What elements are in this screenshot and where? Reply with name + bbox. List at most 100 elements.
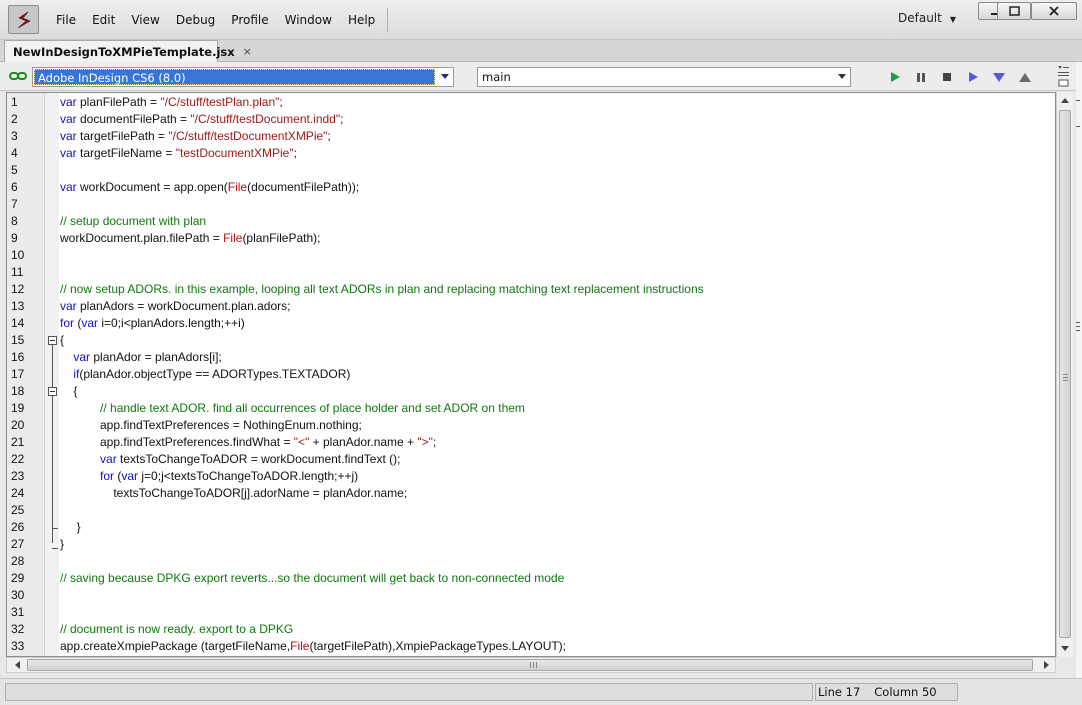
scroll-right-icon[interactable]	[1039, 658, 1055, 672]
code-line[interactable]: {	[60, 332, 64, 349]
maximize-button[interactable]	[997, 2, 1031, 20]
function-select[interactable]: main	[477, 67, 851, 87]
scroll-up-icon[interactable]	[1057, 92, 1073, 108]
vertical-scroll-thumb[interactable]	[1059, 110, 1071, 638]
line-number: 28	[11, 554, 25, 568]
code-line[interactable]: // document is now ready. export to a DP…	[60, 621, 293, 638]
line-number: 3	[11, 129, 18, 143]
code-token: ;	[327, 129, 331, 143]
extendscript-logo-icon[interactable]	[8, 5, 39, 34]
menu-file[interactable]: File	[48, 0, 84, 40]
code-token: var	[60, 146, 77, 160]
code-area[interactable]: var planFilePath = "/C/stuff/testPlan.pl…	[59, 93, 1055, 656]
code-line[interactable]: var textsToChangeToADOR = workDocument.f…	[60, 451, 400, 468]
cursor-position: Line 17 Column 50	[815, 683, 958, 701]
cursor-line: Line 17	[818, 685, 861, 699]
code-token: (documentFilePath));	[247, 180, 360, 194]
code-line[interactable]: for (var i=0;i<planAdors.length;++i)	[60, 315, 245, 332]
code-line[interactable]: for (var j=0;j<textsToChangeToADOR.lengt…	[60, 468, 358, 485]
code-line[interactable]: {	[60, 383, 77, 400]
code-token: app.createXmpiePackage (targetFileName,	[60, 639, 291, 653]
line-number: 33	[11, 639, 25, 653]
line-number: 5	[11, 163, 18, 177]
vertical-scrollbar[interactable]	[1056, 92, 1073, 657]
line-number: 12	[11, 282, 25, 296]
code-line[interactable]: textsToChangeToADOR[j].adorName = planAd…	[60, 485, 407, 502]
code-line[interactable]: }	[60, 536, 64, 553]
code-token: // setup document with plan	[60, 214, 207, 228]
code-line[interactable]: }	[60, 519, 81, 536]
code-line[interactable]: // setup document with plan	[60, 213, 206, 230]
line-number: 18	[11, 384, 25, 398]
line-number: 10	[11, 248, 25, 262]
play-icon[interactable]	[887, 69, 903, 85]
horizontal-scrollbar[interactable]	[6, 657, 1056, 673]
code-line[interactable]: if(planAdor.objectType == ADORTypes.TEXT…	[60, 366, 350, 383]
fold-guide	[52, 528, 58, 529]
target-toolbar: Adobe InDesign CS6 (8.0) main	[0, 62, 1082, 91]
panel-menu-icon[interactable]	[1055, 64, 1071, 91]
code-token: // saving because DPKG export reverts...…	[60, 571, 565, 585]
code-line[interactable]: var planAdor = planAdors[i];	[60, 349, 221, 366]
target-application-value: Adobe InDesign CS6 (8.0)	[34, 69, 435, 85]
line-number: 23	[11, 469, 25, 483]
link-icon[interactable]	[9, 70, 27, 85]
code-token: "<"	[293, 435, 310, 449]
code-token: app.findTextPreferences.findWhat =	[60, 435, 294, 449]
stop-icon[interactable]	[939, 69, 955, 85]
code-token: ;	[432, 435, 437, 449]
code-token: {	[60, 384, 78, 398]
step-over-icon[interactable]	[965, 69, 981, 85]
menu-view[interactable]: View	[123, 0, 167, 40]
fold-toggle-icon[interactable]	[48, 387, 57, 396]
document-tab[interactable]: NewInDesignToXMPieTemplate.jsx ×	[4, 40, 252, 62]
code-line[interactable]: var planAdors = workDocument.plan.adors;	[60, 298, 290, 315]
menu-debug[interactable]: Debug	[168, 0, 223, 40]
code-line[interactable]: var targetFileName = "testDocumentXMPie"…	[60, 145, 297, 162]
line-number: 17	[11, 367, 25, 381]
code-editor[interactable]: 1 2 3 4 5 6 7 8 9 10 11 12 13 14 15 16 17 18 19 20 21 22 23 24 2…	[6, 92, 1056, 657]
close-tab-icon[interactable]: ×	[243, 45, 252, 58]
line-number-gutter: 1 2 3 4 5 6 7 8 9 10 11 12 13 14 15 16 17 18 19 20 21 22 23 24 2…	[7, 93, 45, 656]
line-number: 25	[11, 503, 25, 517]
maximize-icon	[1008, 6, 1020, 16]
code-token: targetFilePath =	[76, 129, 169, 143]
code-token: // handle text ADOR. find all occurrence…	[100, 401, 525, 415]
code-line[interactable]: workDocument.plan.filePath = File(planFi…	[60, 230, 320, 247]
code-line[interactable]: var workDocument = app.open(File(documen…	[60, 179, 359, 196]
code-line[interactable]: app.findTextPreferences = NothingEnum.no…	[60, 417, 362, 434]
code-line[interactable]: // saving because DPKG export reverts...…	[60, 570, 564, 587]
close-window-button[interactable]	[1031, 2, 1077, 20]
target-application-select[interactable]: Adobe InDesign CS6 (8.0)	[32, 67, 454, 87]
code-line[interactable]: // now setup ADORs. in this example, loo…	[60, 281, 704, 298]
close-icon	[1049, 6, 1059, 16]
code-line[interactable]: var targetFilePath = "/C/stuff/testDocum…	[60, 128, 331, 145]
menu-help[interactable]: Help	[340, 0, 383, 40]
line-number: 11	[11, 265, 24, 279]
menu-edit[interactable]: Edit	[84, 0, 123, 40]
chevron-down-icon: ▼	[949, 14, 957, 24]
code-line[interactable]: var planFilePath = "/C/stuff/testPlan.pl…	[60, 94, 283, 111]
cursor-column: Column 50	[874, 685, 937, 699]
step-into-icon[interactable]	[991, 69, 1007, 85]
code-line[interactable]: // handle text ADOR. find all occurrence…	[60, 400, 525, 417]
menu-window[interactable]: Window	[277, 0, 340, 40]
pause-icon[interactable]	[913, 69, 929, 85]
step-out-icon[interactable]	[1017, 69, 1033, 85]
fold-guide	[52, 548, 58, 549]
code-line[interactable]: app.findTextPreferences.findWhat = "<" +…	[60, 434, 436, 451]
code-token: var	[100, 452, 117, 466]
menu-profile[interactable]: Profile	[223, 0, 276, 40]
code-token: File	[227, 180, 248, 194]
fold-toggle-icon[interactable]	[48, 336, 57, 345]
code-line[interactable]: app.createXmpiePackage (targetFileName,F…	[60, 638, 566, 655]
scroll-left-icon[interactable]	[9, 658, 25, 672]
horizontal-scroll-thumb[interactable]	[27, 659, 1033, 671]
scroll-down-icon[interactable]	[1057, 641, 1073, 657]
line-number: 30	[11, 588, 25, 602]
line-number: 27	[11, 537, 25, 551]
code-line[interactable]: var documentFilePath = "/C/stuff/testDoc…	[60, 111, 343, 128]
code-token: targetFileName =	[76, 146, 176, 160]
workspace-switcher[interactable]: Default ▼	[898, 11, 956, 25]
